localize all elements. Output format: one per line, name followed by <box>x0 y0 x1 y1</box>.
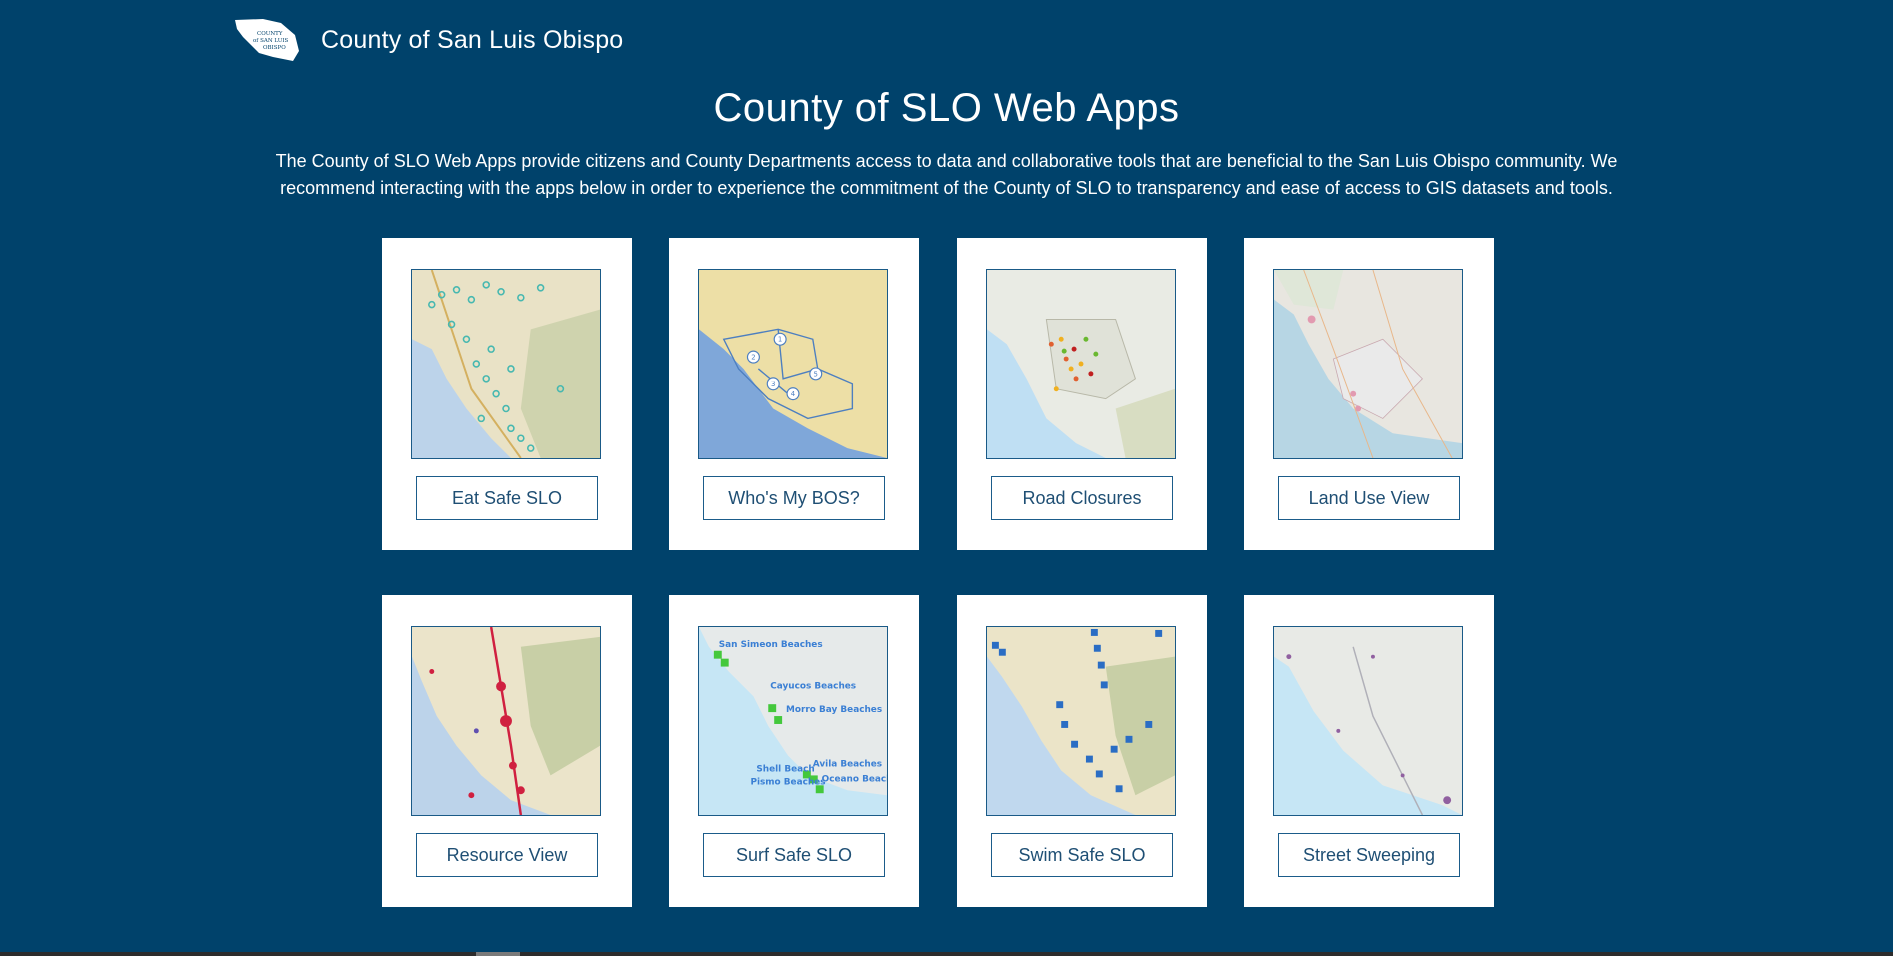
app-card-resource-view: Resource View <box>382 595 632 907</box>
street-sweeping-button[interactable]: Street Sweeping <box>1278 833 1460 877</box>
whos-my-bos-thumbnail[interactable]: 1 2 3 4 5 <box>698 269 888 459</box>
page-title: County of SLO Web Apps <box>713 86 1180 130</box>
intro-text: The County of SLO Web Apps provide citiz… <box>260 148 1633 202</box>
app-card-road-closures: Road Closures <box>957 238 1207 550</box>
map-label-cayucos: Cayucos Beaches <box>770 681 856 691</box>
app-card-surf-safe: San Simeon Beaches Cayucos Beaches Morro… <box>669 595 919 907</box>
site-header: COUNTY of SAN LUIS OBISPO County of San … <box>233 16 623 64</box>
map-label-avila: Avila Beaches <box>813 760 882 770</box>
street-sweeping-thumbnail[interactable] <box>1273 626 1463 816</box>
surf-safe-slo-button[interactable]: Surf Safe SLO <box>703 833 885 877</box>
apps-grid: Eat Safe SLO 1 2 3 4 5 Who's My BOS? Roa… <box>382 238 1494 908</box>
intro-line-1: The County of SLO Web Apps provide citiz… <box>275 151 1618 171</box>
app-card-street-sweeping: Street Sweeping <box>1244 595 1494 907</box>
district-3-label: 3 <box>771 380 775 388</box>
map-label-oceano: Oceano Beaches <box>822 774 887 784</box>
road-closures-thumbnail[interactable] <box>986 269 1176 459</box>
swim-safe-thumbnail[interactable] <box>986 626 1176 816</box>
county-logo[interactable]: COUNTY of SAN LUIS OBISPO <box>233 17 301 63</box>
whos-my-bos-button[interactable]: Who's My BOS? <box>703 476 885 520</box>
district-2-label: 2 <box>751 354 755 362</box>
swim-safe-slo-button[interactable]: Swim Safe SLO <box>991 833 1173 877</box>
map-label-morro-bay: Morro Bay Beaches <box>786 705 882 715</box>
svg-text:COUNTY: COUNTY <box>257 31 283 37</box>
svg-text:of SAN LUIS: of SAN LUIS <box>253 38 289 44</box>
app-card-eat-safe: Eat Safe SLO <box>382 238 632 550</box>
eat-safe-thumbnail[interactable] <box>411 269 601 459</box>
intro-line-2: recommend interacting with the apps belo… <box>280 178 1613 198</box>
district-5-label: 5 <box>814 370 818 378</box>
svg-text:OBISPO: OBISPO <box>263 45 286 51</box>
map-label-shell-beach: Shell Beach <box>756 764 814 774</box>
land-use-thumbnail[interactable] <box>1273 269 1463 459</box>
eat-safe-slo-button[interactable]: Eat Safe SLO <box>416 476 598 520</box>
resource-view-button[interactable]: Resource View <box>416 833 598 877</box>
bottom-scrollbar-track[interactable] <box>0 952 1893 956</box>
district-4-label: 4 <box>791 390 795 398</box>
app-card-whos-my-bos: 1 2 3 4 5 Who's My BOS? <box>669 238 919 550</box>
land-use-view-button[interactable]: Land Use View <box>1278 476 1460 520</box>
surf-safe-thumbnail[interactable]: San Simeon Beaches Cayucos Beaches Morro… <box>698 626 888 816</box>
bottom-scrollbar-thumb[interactable] <box>476 952 520 956</box>
site-title[interactable]: County of San Luis Obispo <box>321 26 623 55</box>
district-1-label: 1 <box>778 336 782 344</box>
app-card-land-use: Land Use View <box>1244 238 1494 550</box>
app-card-swim-safe: Swim Safe SLO <box>957 595 1207 907</box>
map-label-san-simeon: San Simeon Beaches <box>719 640 823 650</box>
resource-view-thumbnail[interactable] <box>411 626 601 816</box>
map-label-pismo: Pismo Beaches <box>750 777 825 787</box>
road-closures-button[interactable]: Road Closures <box>991 476 1173 520</box>
